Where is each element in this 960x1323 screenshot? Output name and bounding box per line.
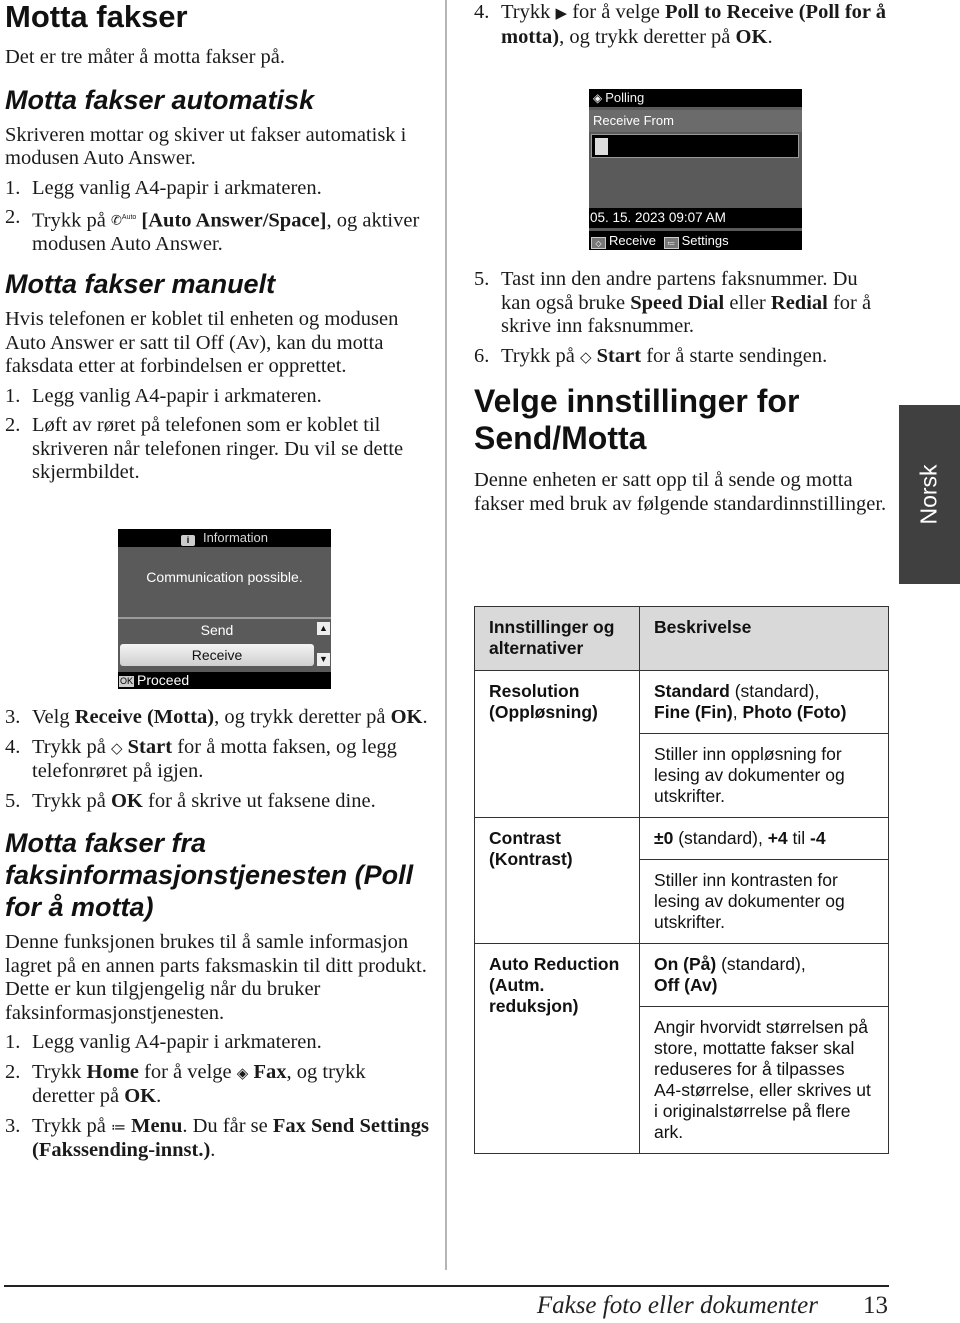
settings-body: Denne enheten er satt opp til å sende og…: [474, 469, 887, 515]
setting-name: Contrast (Kontrast): [474, 817, 640, 944]
lcd-title-bar: i Information: [118, 529, 331, 547]
lcd-option-receive[interactable]: Receive: [120, 644, 314, 666]
setting-name: Auto Reduction (Autm. reduksjon): [474, 943, 640, 1154]
poll-body: Denne funksjonen brukes til å samle info…: [5, 931, 427, 1024]
auto-body: Skriveren mottar og skiver ut fakser aut…: [5, 123, 407, 170]
page-number: 13: [863, 1292, 888, 1319]
left-column: Motta fakser Det er tre måter å motta fa…: [5, 0, 430, 485]
start-diamond-icon: ◇: [579, 347, 592, 366]
footer-rule: [4, 1285, 889, 1287]
language-tab: Norsk: [899, 405, 960, 584]
fax-icon: ◈: [593, 91, 603, 105]
header-description: Beskrivelse: [639, 606, 889, 671]
poll-step-6: 6. Trykk på ◇ Start for å starte sending…: [474, 345, 892, 370]
footer-settings-label[interactable]: Settings: [682, 233, 729, 248]
footer-receive-label[interactable]: Receive: [609, 233, 656, 248]
column-divider: [445, 0, 447, 1270]
auto-step-1: 1. Legg vanlig A4-papir i arkmateren.: [5, 176, 322, 199]
manual-step-2: 2. Løft av røret på telefonen som er kob…: [5, 414, 404, 484]
table-row: Auto Reduction (Autm. reduksjon) On (På)…: [474, 943, 889, 1154]
setting-description: Stiller inn kontrasten for lesing av dok…: [639, 859, 889, 944]
poll-step-1: 1. Legg vanlig A4-papir i arkmateren.: [5, 1031, 322, 1053]
table-row: Contrast (Kontrast) ±0 (standard), +4 ti…: [474, 817, 889, 944]
start-key-icon: ◇: [591, 237, 606, 249]
poll-step-5: 5. Tast inn den andre partens faksnummer…: [474, 268, 872, 337]
footer-chapter-title: Fakse foto eller dokumenter: [536, 1292, 818, 1319]
setting-options: ±0 (standard), +4 til -4: [639, 817, 889, 860]
heading-auto: Motta fakser automatisk: [5, 84, 315, 115]
setting-options: Standard (standard), Fine (Fin), Photo (F…: [639, 670, 889, 734]
lcd-footer: OK Proceed: [118, 672, 331, 689]
left-column-lower: 3. Velg Receive (Motta), og trykk derett…: [5, 706, 430, 1163]
table-header-row: Innstillinger og alternativer Beskrivels…: [474, 606, 889, 671]
setting-name: Resolution (Oppløsning): [474, 670, 640, 818]
lcd-message: Communication possible.: [146, 569, 303, 585]
poll-step-4: 4. Trykk ▶ for å velge Poll to Receive (…: [474, 1, 887, 48]
scroll-up-icon[interactable]: ▲: [317, 622, 330, 635]
manual-step-1: 1. Legg vanlig A4-papir i arkmateren.: [5, 384, 322, 407]
menu-key-icon: ≔: [663, 237, 679, 249]
intro-text: Det er tre måter å motta fakser på.: [5, 46, 286, 68]
right-column-lower: 5. Tast inn den andre partens faksnummer…: [474, 268, 892, 516]
fax-icon: ◈: [236, 1063, 249, 1082]
lcd-option-send[interactable]: Send: [118, 622, 316, 638]
setting-description: Stiller inn oppløsning for lesing av dok…: [639, 733, 889, 818]
right-arrow-icon: ▶: [555, 4, 568, 22]
heading-manual: Motta fakser manuelt: [5, 269, 276, 300]
manual-step-3: 3. Velg Receive (Motta), og trykk derett…: [5, 706, 428, 728]
auto-answer-phone-icon: ✆Auto: [110, 213, 137, 229]
information-icon: i: [180, 535, 195, 546]
heading-poll: Motta fakser fra faksinformasjonstjenest…: [5, 828, 414, 922]
page-title: Motta fakser: [5, 0, 188, 34]
input-cursor: [595, 138, 608, 155]
setting-options: On (På) (standard), Off (Av): [639, 943, 889, 1007]
header-settings: Innstillinger og alternativer: [474, 606, 640, 671]
menu-icon: ≔: [110, 1117, 126, 1136]
lcd-polling-footer: ◇ Receive ≔ Settings: [589, 231, 802, 250]
language-tab-label: Norsk: [916, 464, 942, 525]
lcd-polling-title: ◈ Polling: [589, 89, 802, 107]
lcd-information-screen: i Information Communication possible. Sen…: [118, 529, 331, 689]
fax-number-input[interactable]: [591, 134, 799, 158]
start-diamond-icon: ◇: [110, 738, 123, 757]
manual-step-4: 4. Trykk på ◇ Start for å motta faksen, …: [5, 735, 397, 783]
lcd-separator: [118, 617, 331, 619]
scroll-down-icon[interactable]: ▼: [317, 653, 330, 666]
table-row: Resolution (Oppløsning) Standard (standa…: [474, 670, 889, 818]
lcd-polling-screen: ◈ Polling Receive From 05. 15. 2023 09:07…: [589, 89, 802, 250]
setting-description: Angir hvorvidt størrelsen på store, mott…: [639, 1006, 889, 1154]
lcd-datetime: 05. 15. 2023 09:07 AM: [589, 208, 802, 228]
manual-step-5: 5. Trykk på OK for å skrive ut faksene d…: [5, 789, 376, 812]
lcd-receive-from-label: Receive From: [589, 110, 802, 132]
auto-step-2: 2. Trykk på ✆Auto [Auto Answer/Space], o…: [5, 206, 420, 255]
right-column: 4. Trykk ▶ for å velge Poll to Receive (…: [474, 0, 892, 49]
ok-key-icon: OK: [119, 676, 135, 687]
poll-step-2: 2. Trykk Home for å velge ◈ Fax, og tryk…: [5, 1060, 366, 1108]
manual-body: Hvis telefonen er koblet til enheten og …: [5, 308, 399, 378]
poll-step-3: 3. Trykk på ≔ Menu. Du får se Fax Send S…: [5, 1114, 429, 1162]
settings-table: Innstillinger og alternativer Beskrivels…: [474, 606, 889, 1154]
heading-settings: Velge innstillinger for Send/Motta: [474, 383, 800, 456]
